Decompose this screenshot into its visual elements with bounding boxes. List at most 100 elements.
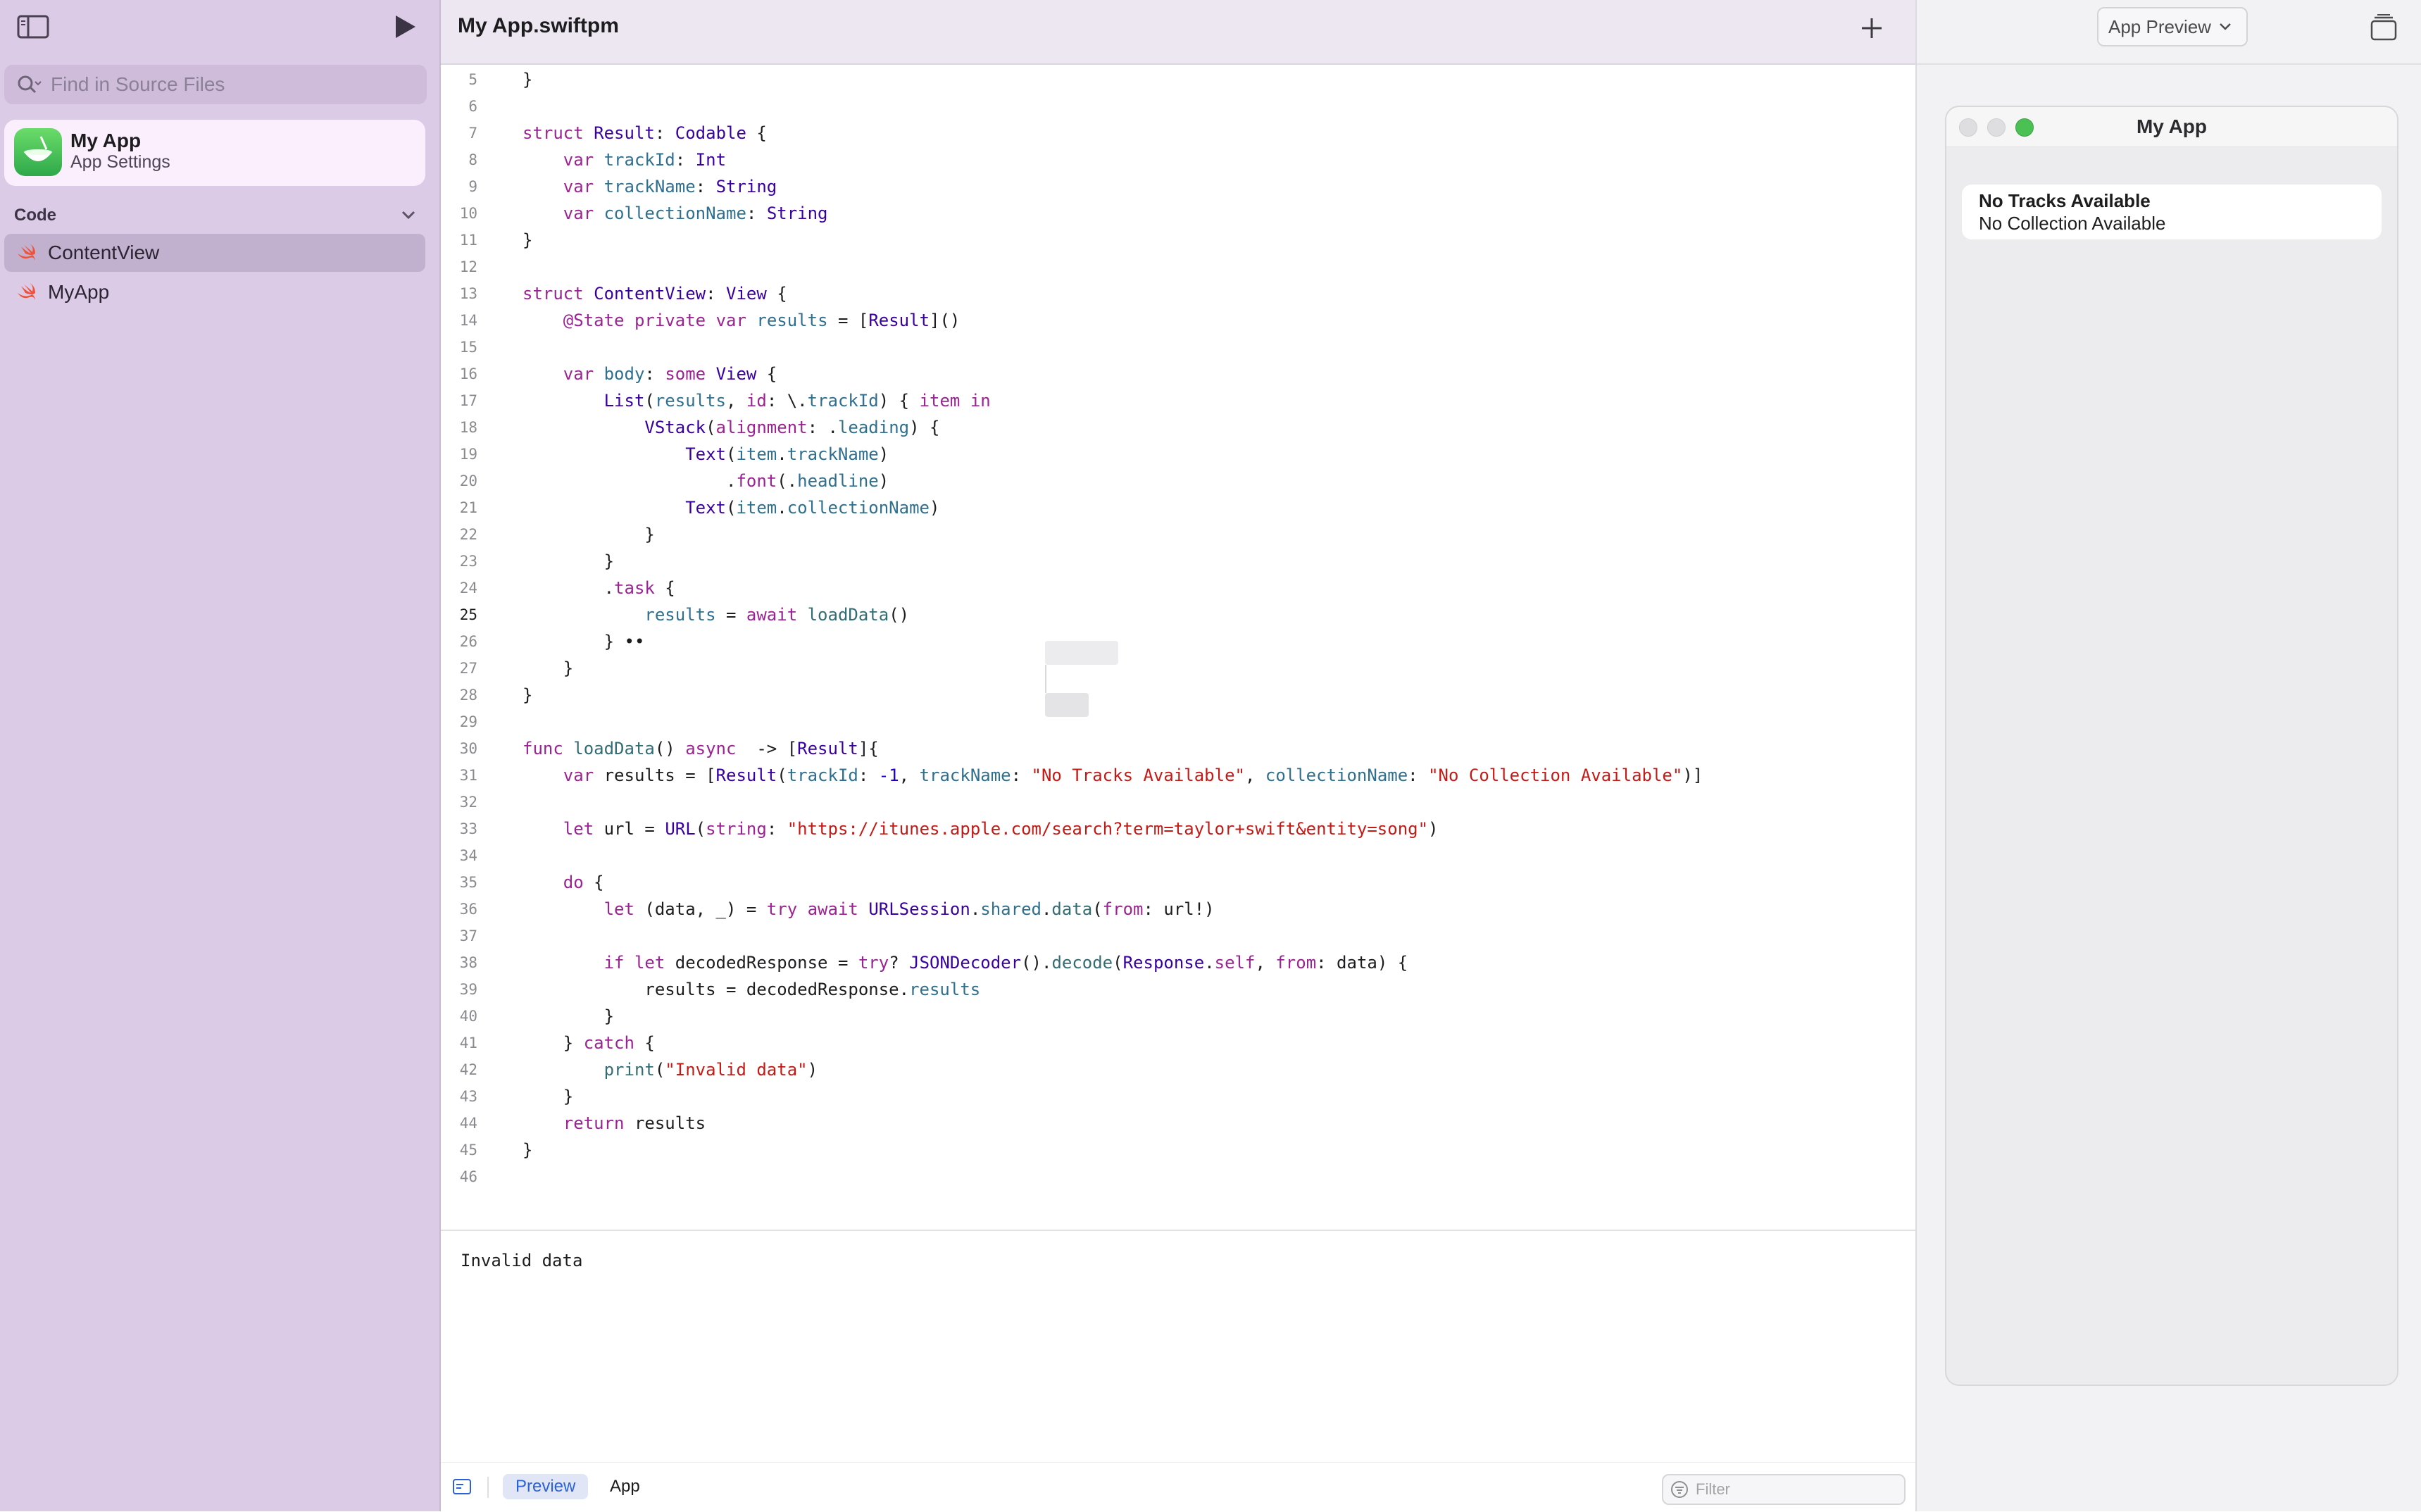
code-line: 7 struct Result: Codable { — [441, 120, 1906, 146]
sidebar-item-myapp[interactable]: MyApp — [4, 273, 425, 311]
sidebar-item-label: ContentView — [48, 242, 160, 263]
code-line: 31 var results = [Result(trackId: -1, tr… — [441, 762, 1906, 789]
line-number: 11 — [459, 232, 477, 249]
code-line: 20 .font(.headline) — [441, 468, 1906, 494]
simulator-title: My App — [2136, 115, 2208, 137]
line-number: 32 — [459, 794, 477, 811]
chevron-down-icon[interactable] — [400, 208, 417, 221]
code-text: do { — [563, 873, 604, 892]
line-number: 31 — [459, 767, 477, 784]
line-number: 20 — [459, 473, 477, 489]
code-editor[interactable]: 5} 6 7 struct Result: Codable {8 var trackI… — [441, 65, 1915, 1230]
code-line: 19 Text(item.trackName) — [441, 441, 1906, 468]
line-number: 26 — [459, 633, 477, 650]
track-name: No Tracks Available — [1979, 190, 2151, 211]
line-number: 9 — [468, 178, 477, 195]
code-text: Text(item.collectionName) — [685, 498, 940, 518]
code-text: print("Invalid data") — [603, 1060, 818, 1080]
code-text: } — [523, 1006, 615, 1026]
code-text: List(results, id: \.trackId) { item in — [603, 391, 991, 411]
code-line: 15 — [441, 334, 1906, 361]
code-text: let (data, _) = try await URLSession.sha… — [603, 899, 1215, 919]
tab-app[interactable]: App — [597, 1474, 653, 1499]
code-line: 27 } — [441, 655, 1906, 682]
line-number: 6 — [468, 98, 477, 115]
code-line: 11} — [441, 227, 1906, 254]
console-panel: Invalid data — [441, 1230, 1915, 1463]
app-settings-card[interactable]: My App App Settings — [4, 120, 425, 186]
code-text: } — [523, 685, 533, 705]
search-icon — [18, 75, 42, 94]
code-text: } catch { — [523, 1033, 655, 1053]
code-line: 24 .task { — [441, 575, 1906, 601]
tab-preview[interactable]: Preview — [503, 1474, 589, 1499]
code-line: 29 — [441, 708, 1906, 735]
filter-input[interactable] — [1694, 1480, 1894, 1499]
line-number: 18 — [459, 419, 477, 436]
line-number: 28 — [459, 687, 477, 704]
list-item[interactable]: No Tracks Available No Collection Availa… — [1962, 185, 2382, 239]
app-icon — [14, 128, 62, 176]
code-line: 17 List(results, id: \.trackId) { item i… — [441, 387, 1906, 414]
line-number: 36 — [459, 901, 477, 918]
play-icon[interactable] — [390, 13, 418, 41]
search-input[interactable] — [49, 73, 418, 96]
code-line: 18 VStack(alignment: .leading) { — [441, 414, 1906, 441]
sidebar-item-contentview[interactable]: ContentView — [4, 234, 425, 272]
code-text: } — [523, 658, 574, 678]
line-number: 46 — [459, 1168, 477, 1185]
line-number: 43 — [459, 1088, 477, 1105]
code-text: var trackId: Int — [563, 150, 727, 170]
line-number: 42 — [459, 1061, 477, 1078]
plus-icon[interactable] — [1858, 14, 1886, 42]
console-toolbar: Preview App — [441, 1462, 1915, 1512]
line-number: 45 — [459, 1142, 477, 1158]
simulator-window: My App No Tracks Available No Collection… — [1945, 106, 2398, 1386]
line-number: 10 — [459, 205, 477, 222]
window-stack-icon[interactable] — [2369, 13, 2398, 42]
code-text: } — [523, 70, 533, 89]
sidebar-toggle-icon[interactable] — [17, 14, 49, 39]
line-number: 14 — [459, 312, 477, 329]
code-line: 8 var trackId: Int — [441, 146, 1906, 173]
search-field[interactable] — [4, 65, 427, 104]
code-line: 6 — [441, 93, 1906, 120]
code-line: 43 } — [441, 1083, 1906, 1110]
code-text: } — [523, 1140, 533, 1160]
simulator-titlebar: My App — [1946, 107, 2397, 147]
chevron-down-icon — [2220, 23, 2231, 30]
filter-field[interactable] — [1662, 1474, 1906, 1505]
line-number: 8 — [468, 151, 477, 168]
app-preview-dropdown[interactable]: App Preview — [2097, 7, 2248, 46]
code-line: 33 let url = URL(string: "https://itunes… — [441, 816, 1906, 842]
code-text: func loadData() async -> [Result]{ — [523, 739, 879, 758]
swift-file-icon — [18, 283, 35, 300]
line-number: 24 — [459, 580, 477, 596]
collection-name: No Collection Available — [1979, 213, 2166, 234]
code-line: 23 } — [441, 548, 1906, 575]
code-line: 37 — [441, 923, 1906, 949]
line-number: 15 — [459, 339, 477, 356]
line-number: 23 — [459, 553, 477, 570]
line-number: 39 — [459, 981, 477, 998]
code-line: 36 let (data, _) = try await URLSession.… — [441, 896, 1906, 923]
editor-header: My App.swiftpm — [441, 0, 1915, 65]
code-text: Text(item.trackName) — [685, 444, 889, 464]
line-number: 13 — [459, 285, 477, 302]
preview-panel: App Preview My App No Tracks Available N… — [1915, 0, 2421, 1511]
code-text: if let decodedResponse = try? JSONDecode… — [603, 953, 1408, 973]
console-toggle-icon[interactable] — [452, 1478, 472, 1495]
code-line: 30 func loadData() async -> [Result]{ — [441, 735, 1906, 762]
code-text: } •• — [523, 632, 645, 651]
line-number: 16 — [459, 365, 477, 382]
code-text: .font(.headline) — [523, 471, 889, 491]
code-line: 12 — [441, 254, 1906, 280]
line-number: 38 — [459, 954, 477, 971]
app-title: My App — [70, 130, 142, 151]
code-line: 13 struct ContentView: View { — [441, 280, 1906, 307]
line-number: 12 — [459, 258, 477, 275]
code-line: 26 } •• — [441, 628, 1906, 655]
line-number: 22 — [459, 526, 477, 543]
line-number: 7 — [468, 125, 477, 142]
code-text: .task { — [523, 578, 675, 598]
